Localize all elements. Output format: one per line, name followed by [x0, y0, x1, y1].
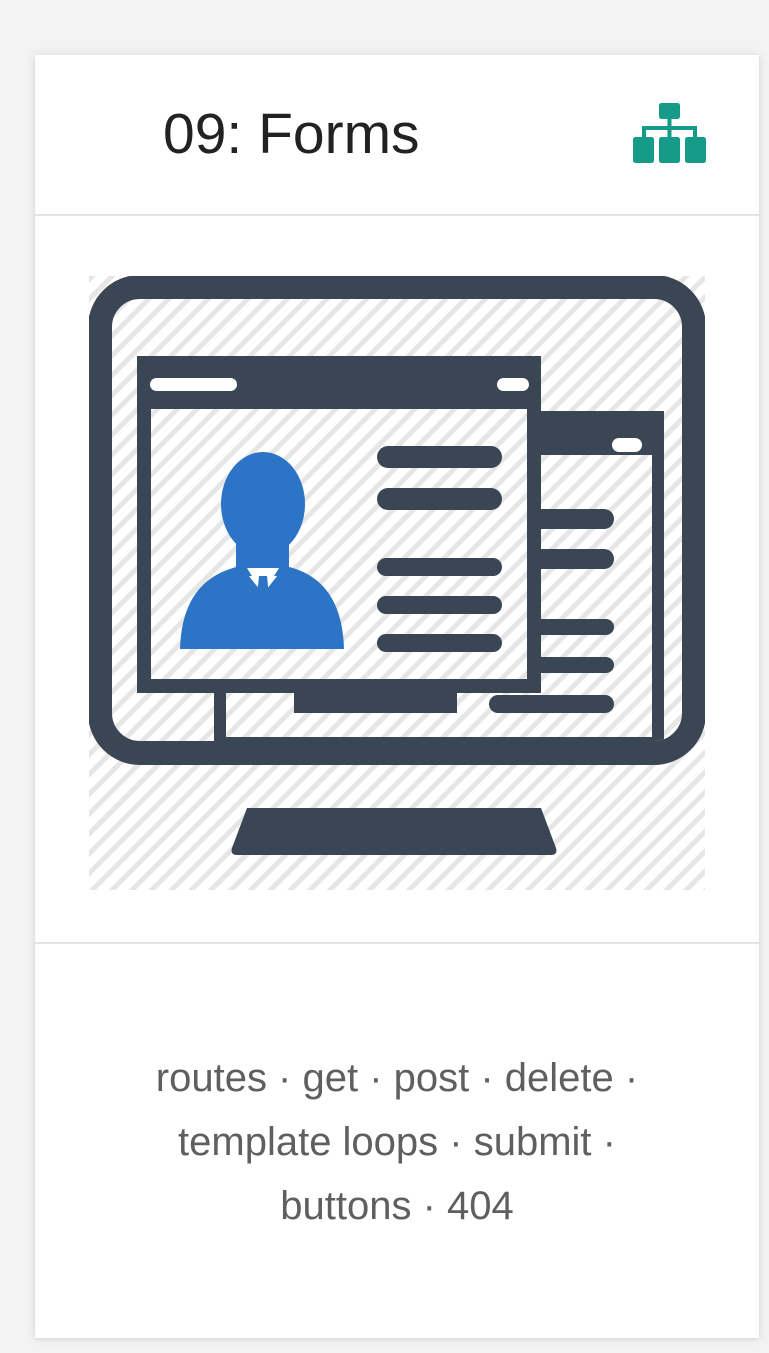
card-title: 09: Forms [163, 102, 420, 166]
topic-tags: routes · get · post · delete · template … [155, 1056, 639, 1228]
computer-user-profile-icon [89, 276, 705, 890]
card-footer: routes · get · post · delete · template … [35, 944, 759, 1338]
card-header: 09: Forms [35, 55, 759, 216]
project-card[interactable]: 09: Forms routes · get · post · delete ·… [35, 55, 759, 1338]
card-image [35, 216, 759, 944]
sitemap-icon[interactable] [633, 103, 706, 163]
